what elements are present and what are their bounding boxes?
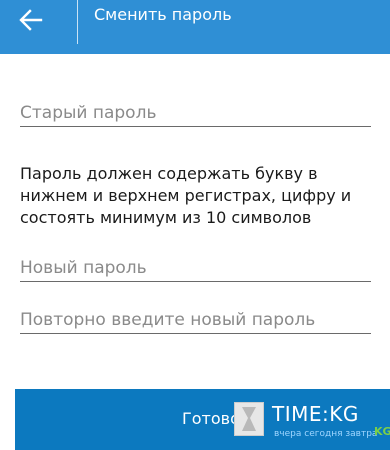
back-button[interactable] — [0, 0, 62, 44]
repeat-password-field[interactable] — [20, 306, 371, 334]
app-header: Сменить пароль — [0, 0, 390, 54]
header-divider — [77, 0, 78, 44]
watermark-name: TIME:KG — [272, 402, 359, 426]
done-button-label: Готово — [182, 409, 240, 428]
new-password-field[interactable] — [20, 254, 371, 282]
change-password-screen: Сменить пароль Пароль должен содержать б… — [0, 0, 390, 450]
watermark-mark: KG — [374, 425, 390, 438]
hourglass-icon — [234, 402, 264, 436]
page-title: Сменить пароль — [94, 5, 232, 24]
watermark-tagline: вчера сегодня завтра — [274, 429, 378, 439]
arrow-left-icon — [19, 9, 43, 35]
password-requirements-text: Пароль должен содержать букву в нижнем и… — [20, 164, 352, 227]
watermark: TIME:KG вчера сегодня завтра KG — [234, 402, 390, 450]
old-password-field[interactable] — [20, 99, 371, 127]
